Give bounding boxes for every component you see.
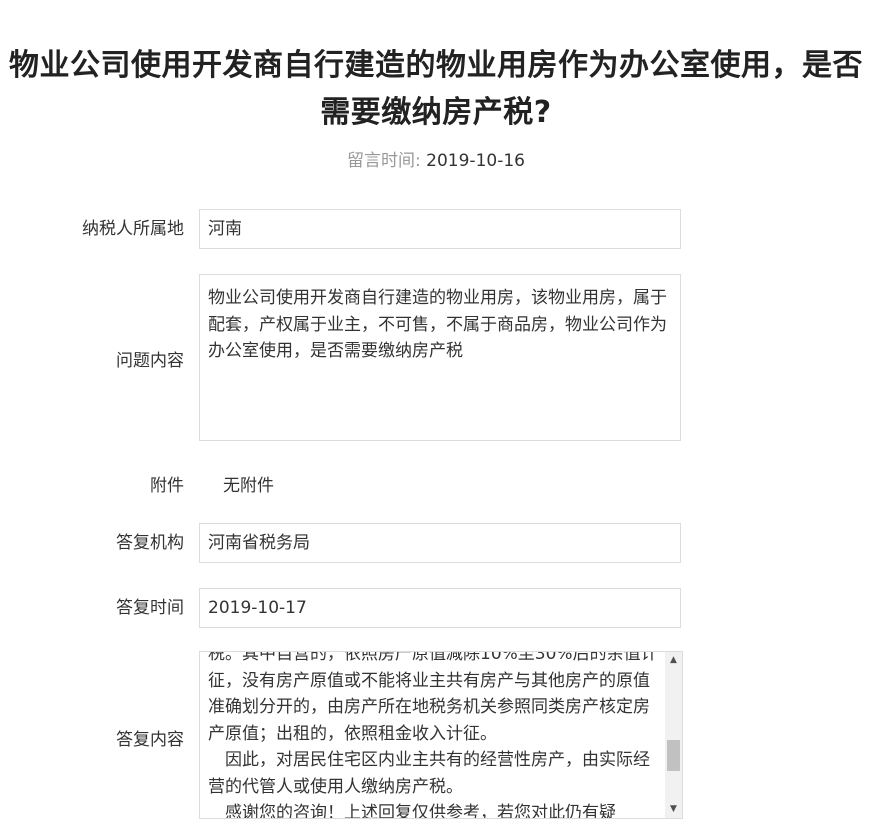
reply-content-label: 答复内容 bbox=[116, 730, 184, 750]
reply-paragraph: 因此，对居民住宅区内业主共有的经营性房产，由实际经营的代管人或使用人缴纳房产税。 bbox=[208, 750, 650, 797]
reply-time-label: 答复时间 bbox=[116, 598, 184, 618]
page-title: 物业公司使用开发商自行建造的物业用房作为办公室使用，是否 需要缴纳房产税? bbox=[0, 42, 872, 136]
reply-content-text: 税。其中自营的，依照房产原值减除10%至30%后的余值计征，没有房产原值或不能将… bbox=[208, 651, 660, 819]
scroll-down-arrow-icon[interactable]: ▼ bbox=[665, 801, 682, 818]
attachment-value: 无附件 bbox=[223, 476, 274, 496]
taxpayer-location-label: 纳税人所属地 bbox=[82, 219, 184, 239]
post-time: 留言时间: 2019-10-16 bbox=[0, 150, 872, 172]
reply-org-label: 答复机构 bbox=[116, 533, 184, 553]
attachment-label: 附件 bbox=[150, 476, 184, 496]
reply-content-field[interactable]: 税。其中自营的，依照房产原值减除10%至30%后的余值计征，没有房产原值或不能将… bbox=[199, 651, 683, 819]
post-time-value: 2019-10-16 bbox=[426, 151, 525, 171]
page-title-line-1: 物业公司使用开发商自行建造的物业用房作为办公室使用，是否 bbox=[9, 48, 863, 83]
page-title-line-2: 需要缴纳房产税? bbox=[320, 95, 552, 130]
question-label: 问题内容 bbox=[116, 351, 184, 371]
post-time-label: 留言时间: bbox=[347, 151, 421, 171]
scroll-up-arrow-icon[interactable]: ▲ bbox=[665, 652, 682, 669]
scrollbar-thumb[interactable] bbox=[667, 739, 680, 771]
reply-paragraph: 感谢您的咨询！上述回复仅供参考，若您对此仍有疑 bbox=[208, 803, 616, 819]
reply-org-field[interactable]: 河南省税务局 bbox=[199, 523, 681, 563]
reply-time-field[interactable]: 2019-10-17 bbox=[199, 588, 681, 628]
taxpayer-location-field[interactable]: 河南 bbox=[199, 209, 681, 249]
question-field[interactable]: 物业公司使用开发商自行建造的物业用房，该物业用房，属于配套，产权属于业主，不可售… bbox=[199, 274, 681, 441]
reply-scrollbar[interactable]: ▲ ▼ bbox=[665, 652, 682, 818]
reply-paragraph: 税。其中自营的，依照房产原值减除10%至30%后的余值计征，没有房产原值或不能将… bbox=[208, 651, 658, 744]
